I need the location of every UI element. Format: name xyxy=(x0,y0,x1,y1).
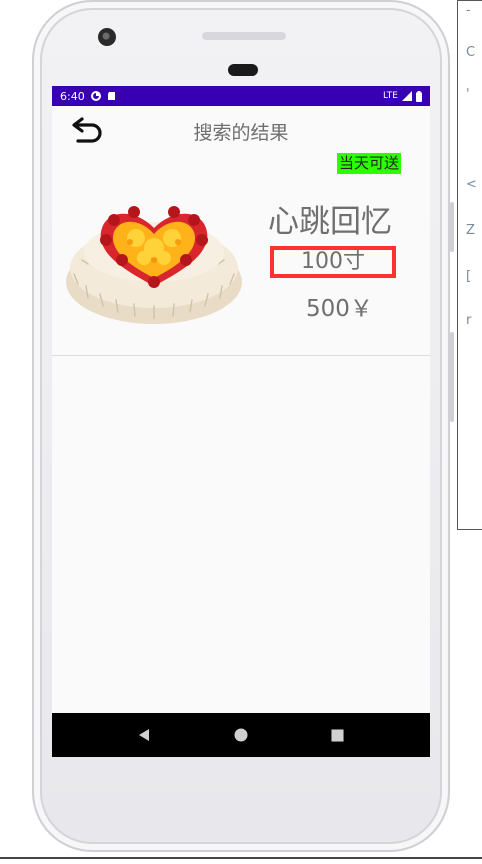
product-name: 心跳回忆 xyxy=(268,204,392,240)
bottom-divider xyxy=(0,857,482,859)
background-window-edge: - C ' < Z [ r xyxy=(457,0,482,530)
back-triangle-icon[interactable] xyxy=(132,723,156,747)
phone-screen: 6:40 LTE 搜索的结果 当天可送 心跳回忆 100寸 500￥ xyxy=(52,86,430,757)
bg-glyph: ' xyxy=(466,87,470,102)
bg-glyph: Z xyxy=(466,223,475,238)
system-nav-bar xyxy=(52,713,430,757)
bg-glyph: < xyxy=(466,177,477,192)
notification-app-icon xyxy=(90,91,101,101)
speaker-grille xyxy=(202,32,286,40)
page-title: 搜索的结果 xyxy=(193,122,289,144)
status-time: 6:40 xyxy=(60,89,85,103)
product-size: 100寸 xyxy=(301,249,365,274)
cake-image xyxy=(66,206,242,324)
status-bar: 6:40 LTE xyxy=(52,86,430,106)
bg-glyph: - xyxy=(466,3,471,18)
front-camera-icon xyxy=(98,28,116,46)
product-size-highlight: 100寸 xyxy=(270,246,396,278)
sd-card-icon xyxy=(107,92,115,100)
same-day-delivery-badge: 当天可送 xyxy=(337,153,402,174)
bg-glyph: r xyxy=(466,313,472,328)
recents-square-icon[interactable] xyxy=(326,723,350,747)
search-result-item[interactable]: 当天可送 心跳回忆 100寸 500￥ xyxy=(52,152,430,356)
product-price: 500￥ xyxy=(306,296,373,322)
battery-icon xyxy=(416,90,422,102)
power-button[interactable] xyxy=(450,332,454,422)
earpiece-speaker xyxy=(228,64,258,76)
bg-glyph: [ xyxy=(466,269,472,284)
app-bar: 搜索的结果 xyxy=(52,106,430,152)
bg-glyph: C xyxy=(466,45,476,60)
home-circle-icon[interactable] xyxy=(229,723,253,747)
signal-icon xyxy=(402,91,412,101)
network-type: LTE xyxy=(383,91,398,101)
volume-button[interactable] xyxy=(450,202,454,252)
